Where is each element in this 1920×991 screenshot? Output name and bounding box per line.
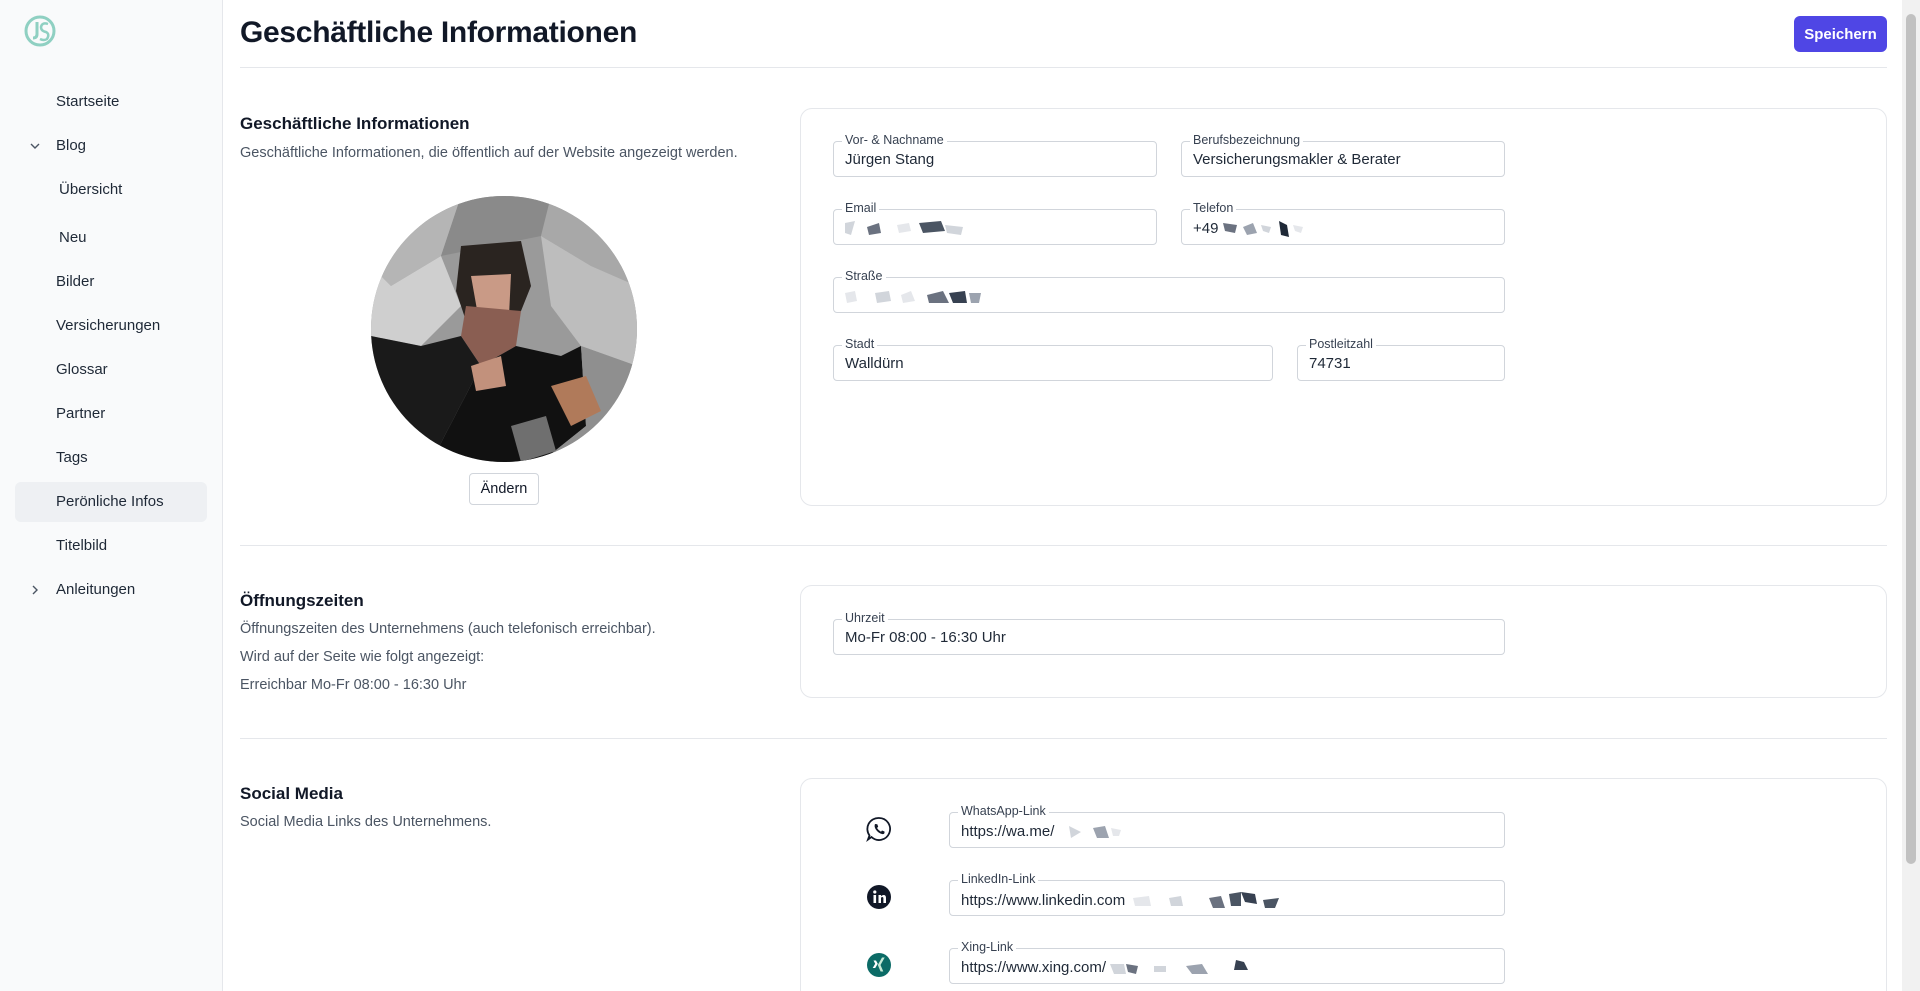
sidebar-item-label: Versicherungen: [56, 317, 161, 334]
sidebar-item-label: Neu: [59, 229, 87, 246]
sidebar-item-label: Perönliche Infos: [56, 493, 164, 510]
sidebar-item-label: Tags: [56, 449, 88, 466]
page-scrollbar[interactable]: [1902, 0, 1920, 991]
phone-field-label: Telefon: [1190, 201, 1237, 215]
sidebar-item-neu[interactable]: Neu: [15, 218, 207, 258]
job-title-field-value: Versicherungsmakler & Berater: [1193, 151, 1401, 168]
sidebar-item-label: Partner: [56, 405, 106, 422]
sidebar-item-versicherungen[interactable]: Versicherungen: [15, 306, 207, 346]
sidebar-item-bilder[interactable]: Bilder: [15, 262, 207, 302]
sidebar-item-personal-info[interactable]: Perönliche Infos: [15, 482, 207, 522]
sidebar-item-glossar[interactable]: Glossar: [15, 350, 207, 390]
hours-field-value: Mo-Fr 08:00 - 16:30 Uhr: [845, 629, 1006, 646]
street-field[interactable]: Straße: [833, 269, 1505, 313]
linkedin-link-value: https://www.linkedin.com: [961, 890, 1309, 912]
zip-field-label: Postleitzahl: [1306, 337, 1376, 351]
city-field-label: Stadt: [842, 337, 878, 351]
section-title-business: Geschäftliche Informationen: [240, 114, 470, 133]
redacted-xing-icon: [1110, 960, 1249, 974]
section-divider: [240, 545, 1887, 546]
chevron-down-icon: [30, 143, 40, 149]
phone-field-value: +49: [1193, 219, 1323, 239]
section-description-hours: Öffnungszeiten des Unternehmens (auch te…: [240, 621, 656, 637]
xing-link-field[interactable]: Xing-Link https://www.xing.com/: [949, 940, 1505, 984]
redacted-whatsapp-icon: [1068, 826, 1121, 838]
main-content: Geschäftliche Informationen Speichern Ge…: [240, 0, 1887, 991]
hours-preview: Erreichbar Mo-Fr 08:00 - 16:30 Uhr: [240, 677, 467, 693]
street-field-value: [845, 287, 1005, 307]
email-field-value: [845, 219, 995, 239]
redacted-street-icon: [845, 291, 981, 303]
sidebar-item-partner[interactable]: Partner: [15, 394, 207, 434]
section-description-social: Social Media Links des Unternehmens.: [240, 814, 492, 830]
sidebar-item-label: Titelbild: [56, 537, 108, 554]
whatsapp-link-label: WhatsApp-Link: [958, 804, 1049, 818]
scrollbar-thumb[interactable]: [1906, 14, 1916, 864]
sidebar-nav: Startseite Blog Übersicht Neu Bilder Ver…: [15, 82, 207, 614]
street-field-label: Straße: [842, 269, 886, 283]
sidebar-item-label: Glossar: [56, 361, 108, 378]
zip-field-value: 74731: [1309, 355, 1351, 372]
chevron-right-icon: [32, 585, 38, 595]
social-card: WhatsApp-Link https://wa.me/ LinkedIn-Li…: [800, 778, 1887, 991]
page-title: Geschäftliche Informationen: [240, 16, 637, 49]
sidebar-item-label: Blog: [56, 137, 87, 154]
sidebar-item-titelbild[interactable]: Titelbild: [15, 526, 207, 566]
redacted-linkedin-icon: [1133, 892, 1280, 908]
app-logo-icon[interactable]: [24, 14, 56, 48]
whatsapp-icon: [866, 817, 891, 842]
change-photo-button[interactable]: Ändern: [469, 473, 539, 505]
xing-link-value: https://www.xing.com/: [961, 958, 1260, 978]
zip-field[interactable]: Postleitzahl 74731: [1297, 337, 1505, 381]
hours-field-label: Uhrzeit: [842, 611, 888, 625]
name-field-label: Vor- & Nachname: [842, 133, 947, 147]
section-title-social: Social Media: [240, 784, 343, 803]
hours-card: Uhrzeit Mo-Fr 08:00 - 16:30 Uhr: [800, 585, 1887, 698]
linkedin-link-label: LinkedIn-Link: [958, 872, 1039, 886]
name-field-value: Jürgen Stang: [845, 151, 935, 168]
hours-field[interactable]: Uhrzeit Mo-Fr 08:00 - 16:30 Uhr: [833, 611, 1505, 655]
sidebar-item-label: Anleitungen: [56, 581, 136, 598]
city-field-value: Walldürn: [845, 355, 904, 372]
job-title-field-label: Berufsbezeichnung: [1190, 133, 1304, 147]
name-field[interactable]: Vor- & Nachname Jürgen Stang: [833, 133, 1157, 177]
header-divider: [240, 67, 1887, 68]
whatsapp-link-field[interactable]: WhatsApp-Link https://wa.me/: [949, 804, 1505, 848]
section-divider: [240, 738, 1887, 739]
phone-field[interactable]: Telefon +49: [1181, 201, 1505, 245]
sidebar-item-anleitungen[interactable]: Anleitungen: [15, 570, 207, 610]
xing-icon: [867, 953, 891, 977]
email-field-label: Email: [842, 201, 880, 215]
linkedin-link-field[interactable]: LinkedIn-Link https://www.linkedin.com: [949, 872, 1505, 916]
redacted-email-icon: [845, 221, 963, 235]
sidebar-item-label: Startseite: [56, 93, 120, 110]
sidebar-item-tags[interactable]: Tags: [15, 438, 207, 478]
sidebar-item-uebersicht[interactable]: Übersicht: [15, 170, 207, 214]
xing-link-label: Xing-Link: [958, 940, 1017, 954]
section-description-business: Geschäftliche Informationen, die öffentl…: [240, 145, 738, 161]
sidebar-item-label: Bilder: [56, 273, 95, 290]
redacted-phone-icon: [1222, 221, 1303, 237]
section-title-hours: Öffnungszeiten: [240, 591, 364, 610]
city-field[interactable]: Stadt Walldürn: [833, 337, 1273, 381]
sidebar-item-blog[interactable]: Blog: [15, 126, 207, 166]
business-info-card: Vor- & Nachname Jürgen Stang Berufsbezei…: [800, 108, 1887, 506]
sidebar-item-label: Übersicht: [59, 181, 123, 198]
sidebar-item-startseite[interactable]: Startseite: [15, 82, 207, 122]
email-field[interactable]: Email: [833, 201, 1157, 245]
profile-photo: [371, 196, 637, 462]
sidebar: Startseite Blog Übersicht Neu Bilder Ver…: [0, 0, 223, 991]
hours-display-note: Wird auf der Seite wie folgt angezeigt:: [240, 649, 485, 665]
save-button[interactable]: Speichern: [1794, 16, 1887, 52]
linkedin-icon: [867, 885, 891, 909]
job-title-field[interactable]: Berufsbezeichnung Versicherungsmakler & …: [1181, 133, 1505, 177]
whatsapp-link-value: https://wa.me/: [961, 822, 1159, 842]
profile-photo-pixelated: [371, 196, 637, 462]
